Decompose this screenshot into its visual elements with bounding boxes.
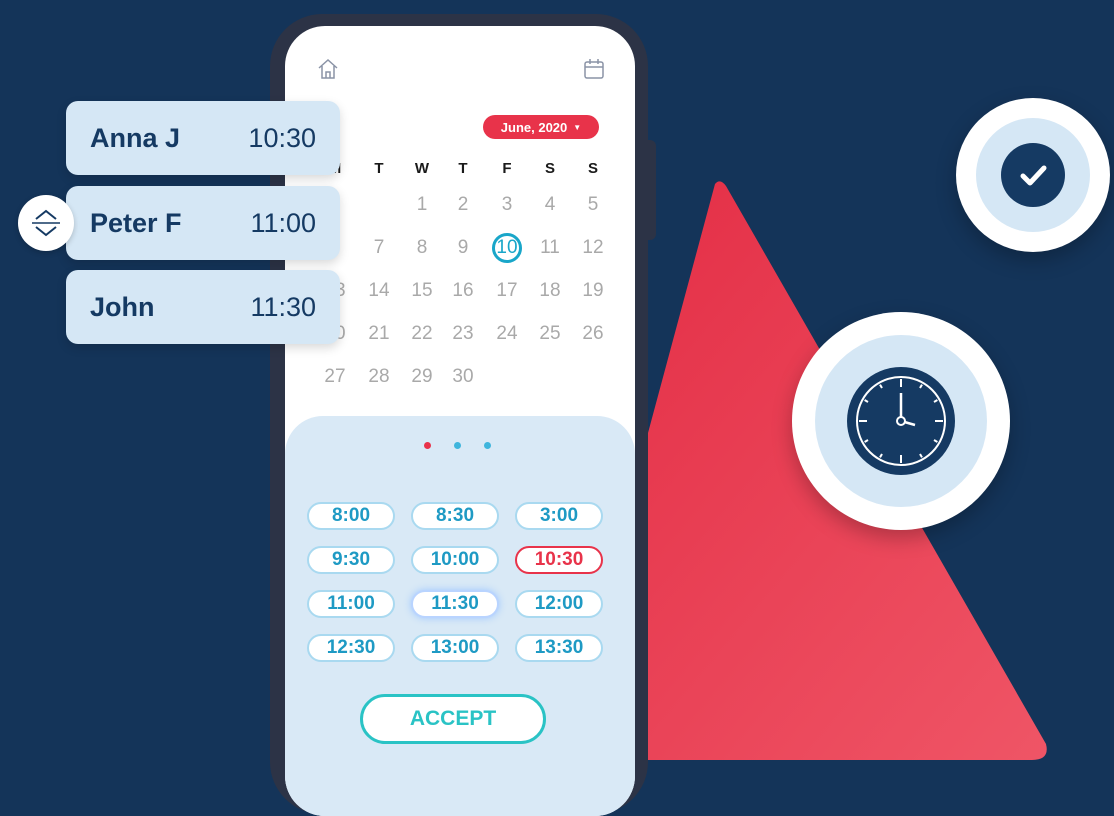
calendar-day[interactable]: 1	[402, 190, 442, 220]
appointment-name: Anna J	[90, 123, 181, 153]
calendar-day[interactable]: 2	[443, 190, 483, 220]
calendar-day[interactable]: 18	[530, 276, 570, 306]
appointment-time: 11:00	[250, 208, 316, 238]
clock-badge	[792, 312, 1010, 530]
month-selector[interactable]: June, 2020 ▼	[483, 115, 599, 139]
month-label: June, 2020	[500, 119, 568, 135]
calendar-day[interactable]: 29	[402, 362, 442, 392]
calendar-day[interactable]: 30	[443, 362, 483, 392]
phone-side-button	[646, 140, 656, 240]
calendar-day[interactable]: 28	[359, 362, 399, 392]
time-slot-button[interactable]: 11:30	[411, 590, 499, 618]
calendar-day[interactable]: 5	[573, 190, 613, 220]
time-slot-button[interactable]: 3:00	[515, 502, 603, 530]
weekday-label: T	[374, 160, 384, 177]
accept-button[interactable]: ACCEPT	[360, 694, 546, 744]
calendar-day[interactable]: 10	[487, 233, 527, 263]
calendar-day[interactable]: 7	[359, 233, 399, 263]
calendar-day[interactable]: 27	[315, 362, 355, 392]
time-slot-button[interactable]: 13:00	[411, 634, 499, 662]
weekday-label: S	[587, 160, 598, 177]
reorder-button[interactable]	[18, 195, 74, 251]
pager-dot[interactable]	[484, 442, 491, 449]
time-slot-panel: 8:00 8:30 3:00 9:30 10:00 10:30 11:00 11:30 12:0…	[285, 416, 635, 816]
appointment-name: Peter F	[90, 208, 182, 238]
calendar-day[interactable]: 14	[359, 276, 399, 306]
calendar-day[interactable]: 9	[443, 233, 483, 263]
home-icon[interactable]	[315, 56, 341, 82]
calendar-day[interactable]: 11	[530, 233, 570, 263]
calendar-icon[interactable]	[581, 56, 607, 82]
calendar-week: 27 28 29 30	[285, 362, 635, 392]
chevron-down-icon: ▼	[573, 122, 582, 132]
appointment-name: John	[90, 292, 155, 322]
calendar-day[interactable]: 8	[402, 233, 442, 263]
weekday-label: T	[458, 160, 468, 177]
appointment-card[interactable]: Anna J 10:30	[66, 101, 340, 175]
weekday-label: F	[502, 160, 512, 177]
calendar-day[interactable]: 15	[402, 276, 442, 306]
time-slot-button[interactable]: 9:30	[307, 546, 395, 574]
pager-dots	[285, 442, 635, 452]
calendar-day[interactable]: 21	[359, 319, 399, 349]
calendar-day[interactable]: 23	[443, 319, 483, 349]
pager-dot[interactable]	[454, 442, 461, 449]
time-slot-button[interactable]: 8:30	[411, 502, 499, 530]
calendar-day[interactable]: 16	[443, 276, 483, 306]
calendar-day[interactable]: 17	[487, 276, 527, 306]
appointment-time: 11:30	[250, 292, 316, 322]
calendar-day[interactable]: 12	[573, 233, 613, 263]
pager-dot-active[interactable]	[424, 442, 431, 449]
time-slot-button[interactable]: 11:00	[307, 590, 395, 618]
weekday-label: W	[414, 160, 430, 177]
calendar-day[interactable]: 25	[530, 319, 570, 349]
time-slot-button[interactable]: 8:00	[307, 502, 395, 530]
appointment-card[interactable]: Peter F 11:00	[66, 186, 340, 260]
calendar-day[interactable]: 4	[530, 190, 570, 220]
appointment-card[interactable]: John 11:30	[66, 270, 340, 344]
time-slot-button[interactable]: 10:00	[411, 546, 499, 574]
check-badge	[956, 98, 1110, 252]
calendar-day[interactable]: 3	[487, 190, 527, 220]
time-slot-button[interactable]: 12:00	[515, 590, 603, 618]
weekday-label: S	[544, 160, 555, 177]
check-icon	[1001, 143, 1065, 207]
calendar-day[interactable]: 26	[573, 319, 613, 349]
selected-day-ring	[492, 233, 522, 263]
calendar-day[interactable]: 22	[402, 319, 442, 349]
reorder-icon	[32, 209, 60, 237]
calendar-day[interactable]: 24	[487, 319, 527, 349]
time-slot-button[interactable]: 10:30	[515, 546, 603, 574]
clock-icon	[847, 367, 955, 475]
appointment-time: 10:30	[248, 123, 316, 153]
time-slot-button[interactable]: 12:30	[307, 634, 395, 662]
time-slot-button[interactable]: 13:30	[515, 634, 603, 662]
calendar-day[interactable]: 19	[573, 276, 613, 306]
